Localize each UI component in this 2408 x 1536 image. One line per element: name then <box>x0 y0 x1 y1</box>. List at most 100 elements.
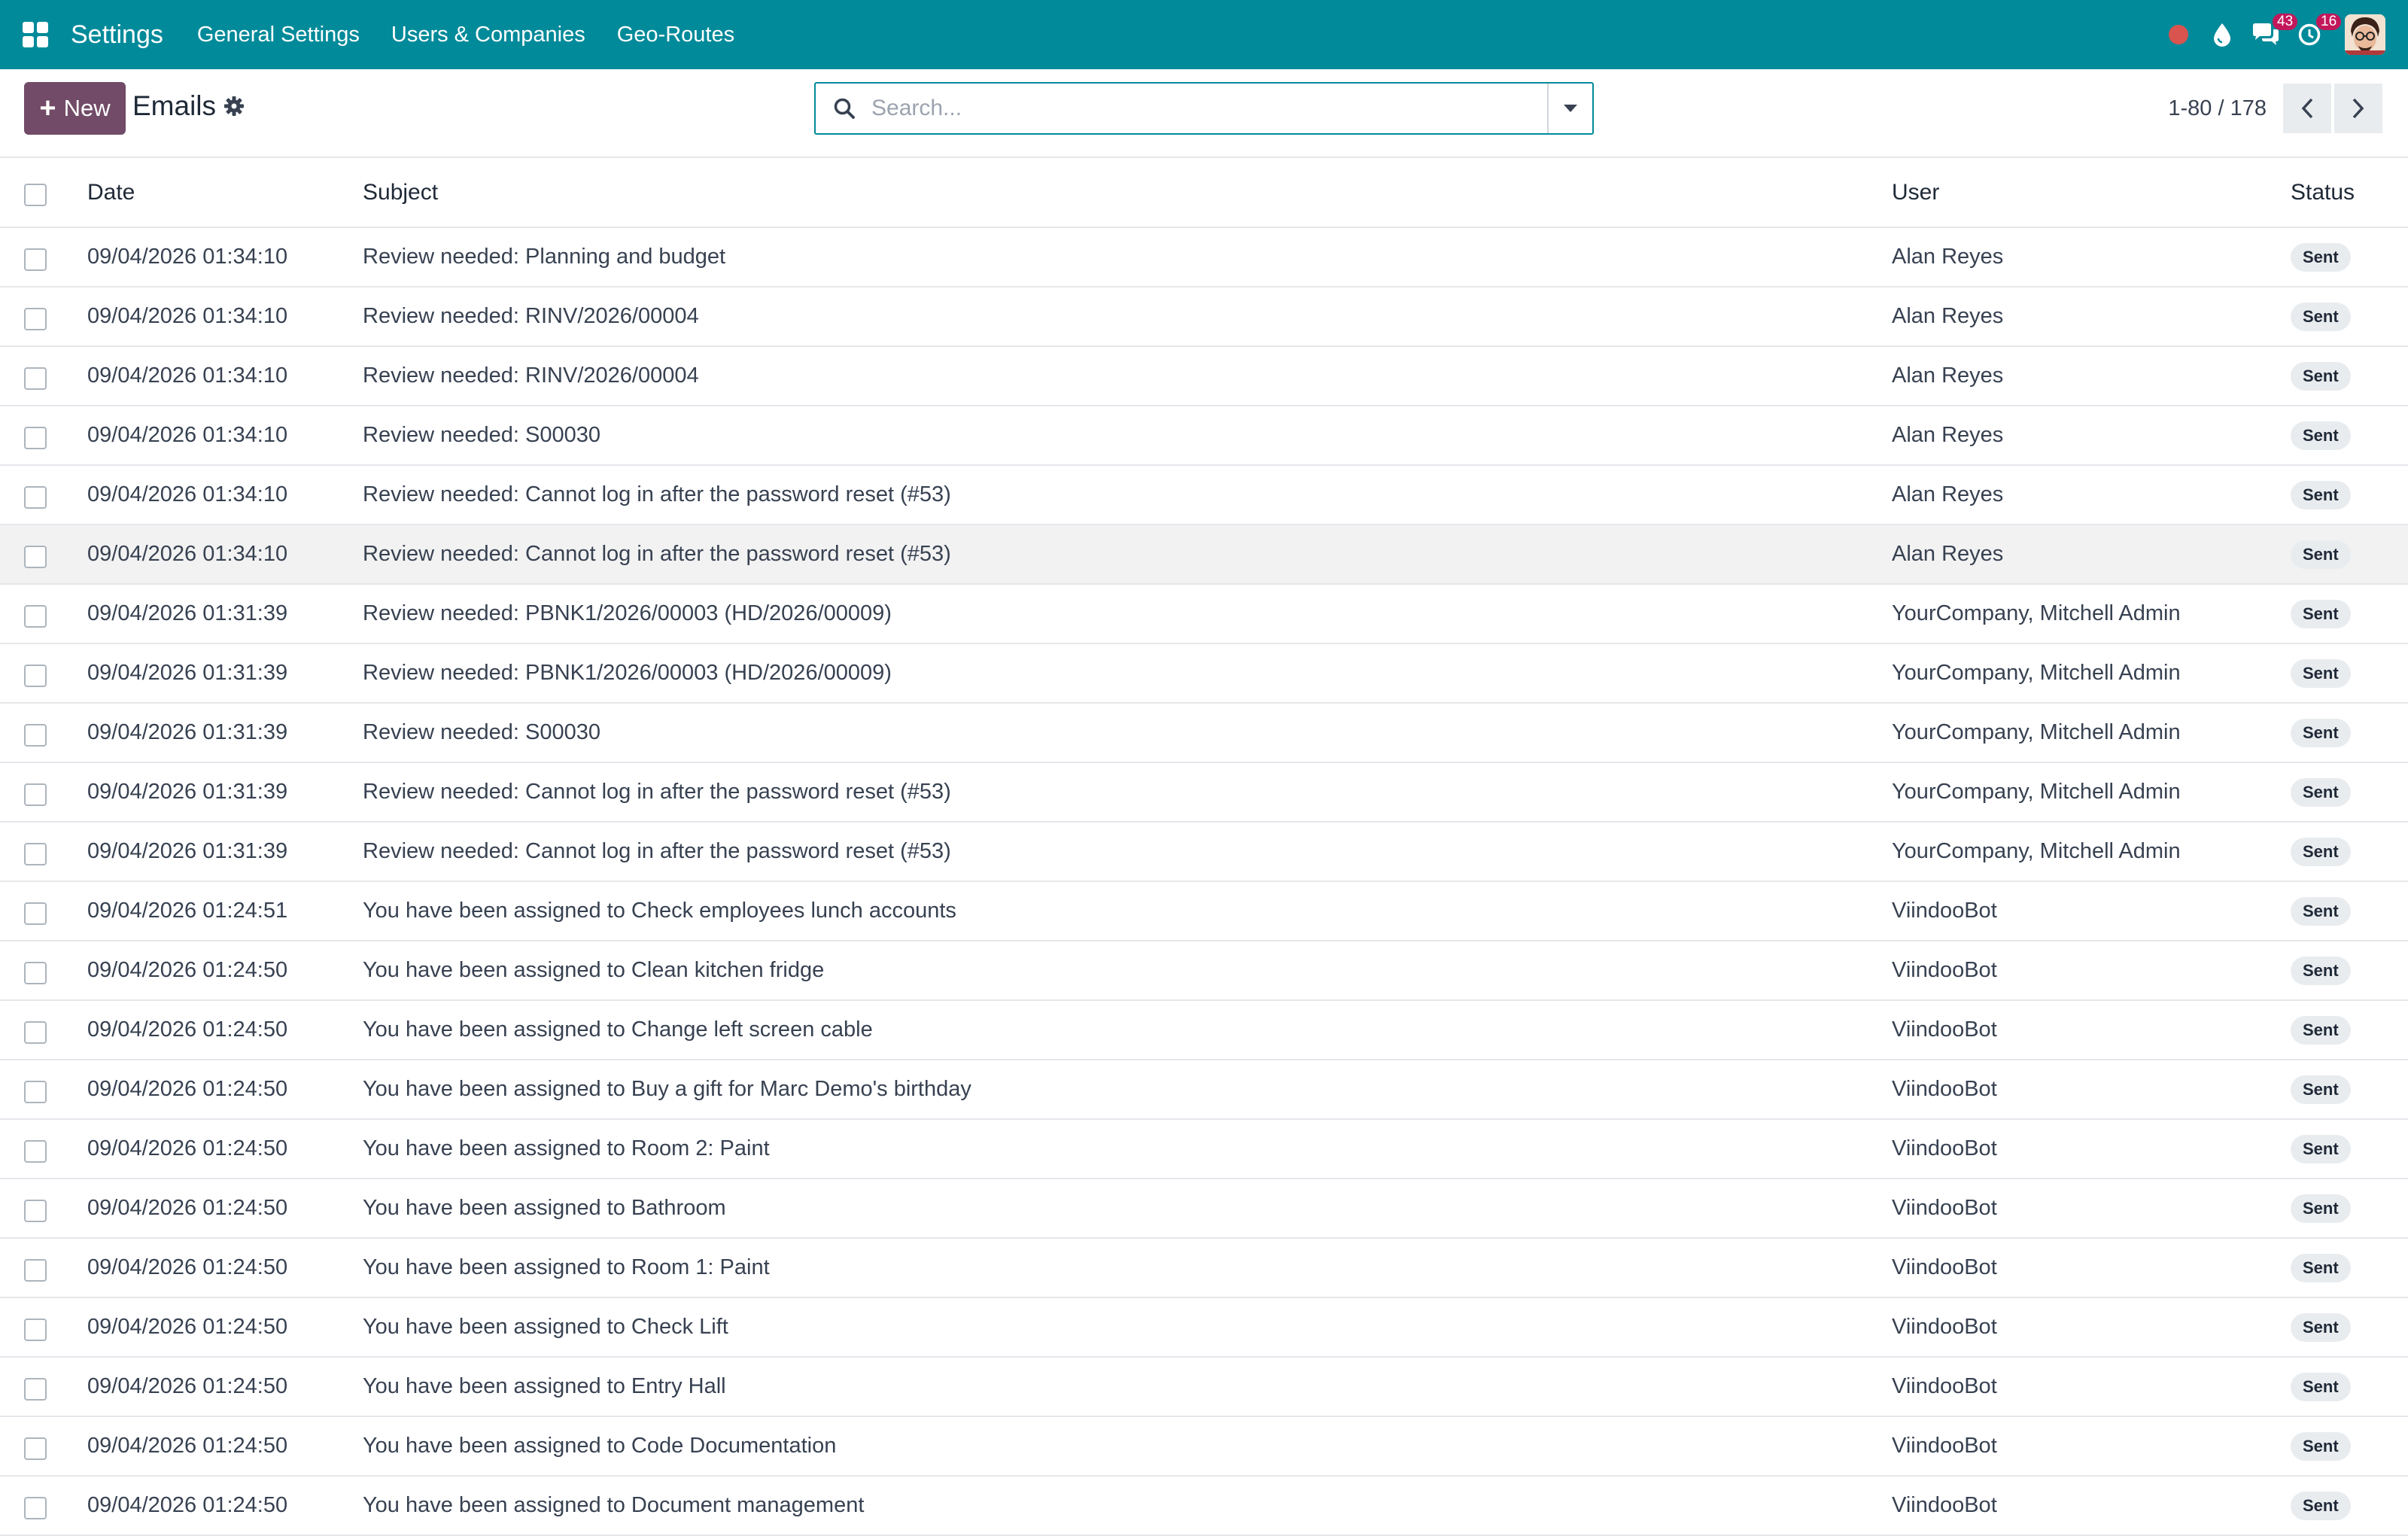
row-user: ViindooBot <box>1892 958 1997 982</box>
row-select-cell <box>0 1297 87 1357</box>
search-bar <box>814 82 1594 135</box>
table-row[interactable]: 09/04/2026 01:31:39 Review needed: S00030… <box>0 703 2408 762</box>
table-row[interactable]: 09/04/2026 01:34:10 Review needed: Cannot… <box>0 525 2408 584</box>
row-user: YourCompany, Mitchell Admin <box>1892 720 2181 744</box>
row-checkbox[interactable] <box>24 545 47 568</box>
search-options-toggle[interactable] <box>1547 84 1592 133</box>
row-checkbox[interactable] <box>24 1496 47 1519</box>
row-checkbox[interactable] <box>24 664 47 687</box>
row-status-cell: Sent <box>2291 1000 2408 1060</box>
table-row[interactable]: 09/04/2026 01:24:50 You have been assigne… <box>0 1297 2408 1357</box>
row-user: Alan Reyes <box>1892 304 2004 328</box>
row-checkbox[interactable] <box>24 1080 47 1103</box>
row-checkbox[interactable] <box>24 367 47 390</box>
row-checkbox[interactable] <box>24 723 47 747</box>
column-header-user[interactable]: User <box>1892 158 2291 227</box>
status-badge: Sent <box>2291 421 2351 450</box>
recording-indicator[interactable] <box>2157 0 2200 69</box>
table-row[interactable]: 09/04/2026 01:24:50 You have been assigne… <box>0 1357 2408 1416</box>
menu-geo-routes[interactable]: Geo-Routes <box>601 23 750 47</box>
row-checkbox[interactable] <box>24 783 47 806</box>
new-button[interactable]: + New <box>24 82 126 135</box>
row-subject: You have been assigned to Buy a gift for… <box>363 1077 971 1101</box>
search-input[interactable] <box>859 86 1547 131</box>
row-date: 09/04/2026 01:24:50 <box>87 1017 288 1042</box>
row-checkbox[interactable] <box>24 1377 47 1401</box>
row-checkbox[interactable] <box>24 1437 47 1460</box>
messaging-menu[interactable]: 43 <box>2244 0 2298 69</box>
table-row[interactable]: 09/04/2026 01:24:50 You have been assigne… <box>0 1416 2408 1476</box>
column-header-status[interactable]: Status <box>2291 158 2408 227</box>
pager: 1-80 / 178 <box>2168 82 2382 135</box>
table-row[interactable]: 09/04/2026 01:31:39 Review needed: Cannot… <box>0 762 2408 822</box>
row-checkbox[interactable] <box>24 604 47 628</box>
menu-users-companies[interactable]: Users & Companies <box>375 23 601 47</box>
actions-gear-button[interactable] <box>221 93 247 119</box>
row-select-cell <box>0 703 87 762</box>
row-checkbox[interactable] <box>24 961 47 984</box>
row-subject: Review needed: S00030 <box>363 720 601 744</box>
row-date: 09/04/2026 01:31:39 <box>87 601 288 625</box>
row-checkbox[interactable] <box>24 1258 47 1282</box>
row-user: ViindooBot <box>1892 899 1997 923</box>
droplet-icon <box>2214 23 2230 47</box>
pager-previous-button[interactable] <box>2283 84 2331 133</box>
caret-down-icon <box>1564 105 1577 112</box>
select-all-checkbox[interactable] <box>24 183 47 206</box>
row-checkbox[interactable] <box>24 842 47 865</box>
table-row[interactable]: 09/04/2026 01:24:50 You have been assigne… <box>0 1238 2408 1297</box>
table-row[interactable]: 09/04/2026 01:31:39 Review needed: PBNK1/… <box>0 584 2408 643</box>
top-navbar: Settings General Settings Users & Compan… <box>0 0 2408 69</box>
new-button-label: New <box>63 95 111 121</box>
row-checkbox[interactable] <box>24 485 47 509</box>
status-badge: Sent <box>2291 302 2351 331</box>
table-row[interactable]: 09/04/2026 01:24:50 You have been assigne… <box>0 941 2408 1000</box>
activities-count-badge: 16 <box>2316 14 2342 30</box>
table-row[interactable]: 09/04/2026 01:31:39 Review needed: PBNK1/… <box>0 643 2408 703</box>
table-row[interactable]: 09/04/2026 01:24:50 You have been assigne… <box>0 1476 2408 1535</box>
status-badge: Sent <box>2291 480 2351 509</box>
column-header-subject[interactable]: Subject <box>363 158 1892 227</box>
row-date: 09/04/2026 01:24:50 <box>87 1434 288 1458</box>
row-select-cell <box>0 346 87 406</box>
table-row[interactable]: 09/04/2026 01:31:39 Review needed: Cannot… <box>0 822 2408 881</box>
activity-menu[interactable]: 16 <box>2288 0 2342 69</box>
row-checkbox[interactable] <box>24 248 47 271</box>
pager-value[interactable]: 1-80 / 178 <box>2168 96 2267 121</box>
table-row[interactable]: 09/04/2026 01:34:10 Review needed: Planni… <box>0 227 2408 287</box>
row-select-cell <box>0 762 87 822</box>
column-header-date[interactable]: Date <box>87 158 363 227</box>
apps-menu-icon[interactable] <box>23 22 48 47</box>
row-checkbox[interactable] <box>24 426 47 449</box>
row-subject: Review needed: PBNK1/2026/00003 (HD/2026… <box>363 661 892 685</box>
theme-toggle[interactable] <box>2200 0 2244 69</box>
row-checkbox[interactable] <box>24 1139 47 1163</box>
row-checkbox[interactable] <box>24 307 47 330</box>
table-row[interactable]: 09/04/2026 01:24:50 You have been assigne… <box>0 1060 2408 1119</box>
status-badge: Sent <box>2291 777 2351 807</box>
table-row[interactable]: 09/04/2026 01:24:50 You have been assigne… <box>0 1119 2408 1179</box>
table-row[interactable]: 09/04/2026 01:34:10 Review needed: RINV/2… <box>0 346 2408 406</box>
table-row[interactable]: 09/04/2026 01:34:10 Review needed: RINV/2… <box>0 287 2408 346</box>
row-select-cell <box>0 1060 87 1119</box>
row-date: 09/04/2026 01:34:10 <box>87 304 288 328</box>
table-row[interactable]: 09/04/2026 01:24:51 You have been assigne… <box>0 881 2408 941</box>
row-checkbox[interactable] <box>24 1199 47 1222</box>
table-row[interactable]: 09/04/2026 01:34:10 Review needed: S00030… <box>0 406 2408 465</box>
systray: 43 16 <box>2157 0 2408 69</box>
user-avatar[interactable] <box>2345 14 2385 55</box>
status-badge: Sent <box>2291 1491 2351 1520</box>
row-checkbox[interactable] <box>24 1020 47 1044</box>
pager-next-button[interactable] <box>2334 84 2382 133</box>
table-row[interactable]: 09/04/2026 01:24:50 You have been assigne… <box>0 1179 2408 1238</box>
row-checkbox[interactable] <box>24 1318 47 1341</box>
status-badge: Sent <box>2291 242 2351 272</box>
table-row[interactable]: 09/04/2026 01:34:10 Review needed: Cannot… <box>0 465 2408 525</box>
table-row[interactable]: 09/04/2026 01:24:50 You have been assigne… <box>0 1000 2408 1060</box>
app-brand[interactable]: Settings <box>71 20 163 50</box>
row-checkbox[interactable] <box>24 902 47 925</box>
row-status-cell: Sent <box>2291 1060 2408 1119</box>
menu-general-settings[interactable]: General Settings <box>181 23 375 47</box>
status-badge: Sent <box>2291 1312 2351 1342</box>
row-user: ViindooBot <box>1892 1136 1997 1160</box>
